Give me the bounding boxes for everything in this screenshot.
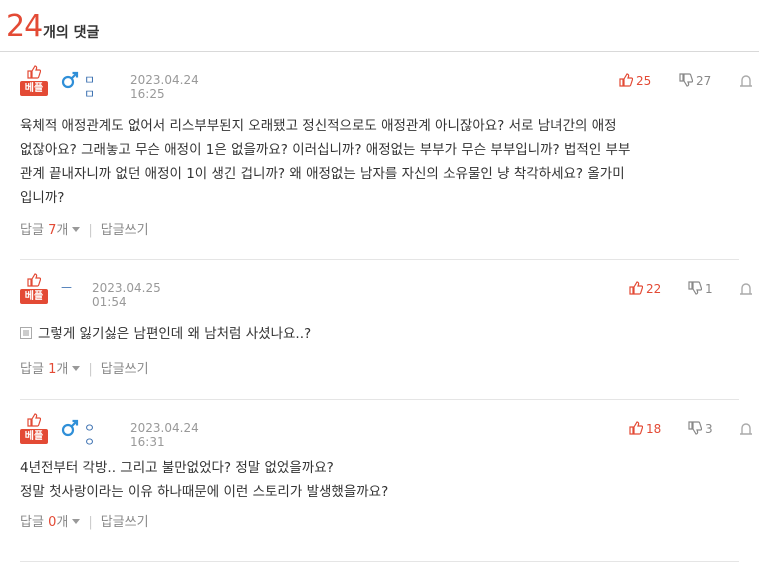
- reply-toggle[interactable]: 답글 0개: [20, 515, 81, 530]
- report-icon: [740, 423, 752, 435]
- chevron-down-icon: [72, 366, 81, 371]
- report-icon: [740, 75, 752, 87]
- downvote-button[interactable]: 3: [688, 421, 713, 436]
- comment-text-line: 관계 끝내자니까 없던 애정이 1이 생긴 겁니까? 왜 애정없는 남자를 자신…: [20, 166, 625, 182]
- best-badge-label: 베플: [20, 81, 48, 96]
- thumbs-up-icon: [629, 421, 643, 435]
- best-badge: 베플: [20, 413, 48, 445]
- divider: |: [88, 362, 93, 377]
- downvote-button[interactable]: 1: [688, 281, 713, 296]
- best-badge: 베플: [20, 65, 48, 97]
- downvote-count: 27: [696, 74, 712, 88]
- thumbs-up-icon: [619, 73, 633, 87]
- report-icon: [740, 283, 752, 295]
- comment-item: 베플 ㅇㅇ 2023.04.24 16:31 18 3 4년전부터 각방.. 그…: [0, 400, 759, 562]
- report-button[interactable]: [739, 281, 756, 296]
- write-reply-button[interactable]: 답글쓰기: [101, 223, 149, 238]
- divider: [20, 561, 739, 562]
- divider: |: [88, 515, 93, 530]
- comment-text-line: 4년전부터 각방.. 그리고 불만없었다? 정말 없었을까요?: [20, 460, 334, 476]
- author-nickname[interactable]: ㅇㅇ: [84, 421, 97, 449]
- comment-actions: 답글 1개 | 답글쓰기: [20, 361, 149, 379]
- comment-text: 그렇게 잃기싫은 남편인데 왜 남처럼 사셨나요..?: [38, 326, 312, 342]
- comment-date: 2023.04.25 01:54: [92, 281, 161, 309]
- comment-count-label: 개의 댓글: [43, 25, 100, 41]
- thumbs-up-icon: [27, 273, 41, 287]
- thumbs-up-icon: [27, 65, 41, 79]
- comment-date: 2023.04.24 16:25: [130, 73, 199, 101]
- comment-votes: 18 3: [629, 400, 759, 440]
- chevron-down-icon: [72, 519, 81, 524]
- comment-body: 육체적 애정관계도 없어서 리스부부된지 오래됐고 정신적으로도 애정관계 아니…: [20, 114, 739, 210]
- upvote-button[interactable]: 25: [619, 73, 651, 88]
- downvote-count: 1: [705, 282, 713, 296]
- comment-text-line: 그렇게 잃기싫은 남편인데 왜 남처럼 사셨나요..?: [20, 322, 739, 346]
- chevron-down-icon: [72, 227, 81, 232]
- downvote-button[interactable]: 27: [679, 73, 711, 88]
- comment-votes: 22 1: [629, 260, 759, 300]
- upvote-count: 18: [646, 422, 662, 436]
- report-button[interactable]: [739, 421, 756, 436]
- reply-unit: 개: [56, 362, 69, 377]
- comments-header: 24 개의 댓글: [0, 0, 759, 52]
- comment-text-line: 없잖아요? 그래놓고 무슨 애정이 1은 없을까요? 이러십니까? 애정없는 부…: [20, 142, 631, 158]
- write-reply-button[interactable]: 답글쓰기: [101, 515, 149, 530]
- comment-text-line: 육체적 애정관계도 없어서 리스부부된지 오래됐고 정신적으로도 애정관계 아니…: [20, 118, 617, 134]
- thumbs-up-icon: [629, 281, 643, 295]
- thumbs-up-icon: [27, 413, 41, 427]
- reply-label: 답글: [20, 515, 44, 530]
- male-icon: [61, 71, 79, 89]
- downvote-count: 3: [705, 422, 713, 436]
- male-icon: [61, 419, 79, 437]
- author-nickname[interactable]: ㅁㅁ: [84, 73, 97, 101]
- reply-label: 답글: [20, 362, 44, 377]
- comment-actions: 답글 0개 | 답글쓰기: [20, 514, 149, 532]
- write-reply-button[interactable]: 답글쓰기: [101, 362, 149, 377]
- best-badge-label: 베플: [20, 289, 48, 304]
- thumbs-down-icon: [688, 281, 702, 295]
- comment-body: 4년전부터 각방.. 그리고 불만없었다? 정말 없었을까요? 정말 첫사랑이라…: [20, 456, 739, 504]
- best-badge-label: 베플: [20, 429, 48, 444]
- divider: |: [88, 223, 93, 238]
- reply-toggle[interactable]: 답글 1개: [20, 362, 81, 377]
- upvote-count: 25: [636, 74, 652, 88]
- best-badge: 베플: [20, 273, 48, 305]
- reply-unit: 개: [56, 515, 69, 530]
- thumbs-down-icon: [679, 73, 693, 87]
- comment-actions: 답글 7개 | 답글쓰기: [20, 222, 149, 240]
- author-nickname[interactable]: ㅡ: [61, 281, 74, 295]
- comment-item: 베플 ㅡ 2023.04.25 01:54 22 1 그렇게 잃기싫은 남편인데…: [0, 260, 759, 400]
- comment-votes: 25 27: [619, 52, 759, 92]
- comment-body: 그렇게 잃기싫은 남편인데 왜 남처럼 사셨나요..?: [20, 322, 739, 346]
- upvote-button[interactable]: 22: [629, 281, 661, 296]
- comment-date: 2023.04.24 16:31: [130, 421, 199, 449]
- thumbs-down-icon: [688, 421, 702, 435]
- upvote-button[interactable]: 18: [629, 421, 661, 436]
- report-button[interactable]: [739, 73, 756, 88]
- image-icon: [20, 327, 32, 339]
- comment-text-line: 정말 첫사랑이라는 이유 하나때문에 이런 스토리가 발생했을까요?: [20, 484, 389, 500]
- reply-unit: 개: [56, 223, 69, 238]
- comment-text-line: 입니까?: [20, 190, 65, 206]
- reply-toggle[interactable]: 답글 7개: [20, 223, 81, 238]
- comment-item: 베플 ㅁㅁ 2023.04.24 16:25 25 27 육체적 애정관계도 없…: [0, 52, 759, 260]
- upvote-count: 22: [646, 282, 662, 296]
- comment-count: 24: [6, 9, 43, 44]
- reply-label: 답글: [20, 223, 44, 238]
